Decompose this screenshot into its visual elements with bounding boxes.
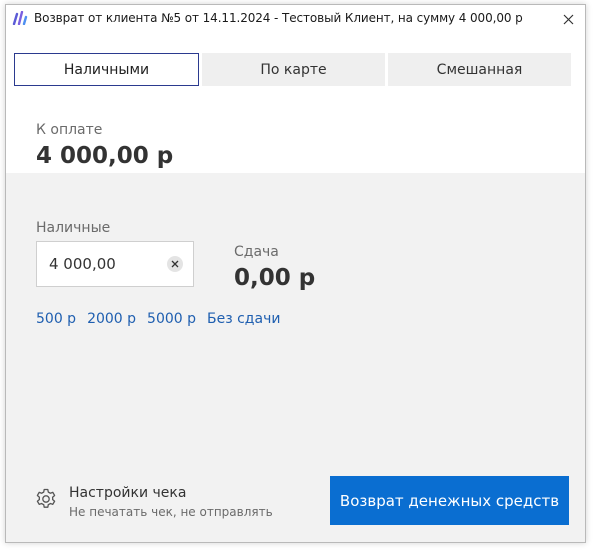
gear-icon (36, 488, 56, 508)
change-label: Сдача (234, 244, 279, 260)
cash-input[interactable] (49, 242, 169, 286)
quick-amount-5000[interactable]: 5000 р (147, 311, 196, 327)
receipt-settings-title: Настройки чека (69, 485, 187, 501)
close-button[interactable] (556, 8, 580, 30)
quick-amount-500[interactable]: 500 р (36, 311, 76, 327)
refund-button[interactable]: Возврат денежных средств (330, 476, 569, 525)
tab-mixed[interactable]: Смешанная (388, 53, 571, 86)
tab-cash[interactable]: Наличными (14, 53, 199, 86)
title-bar: Возврат от клиента №5 от 14.11.2024 - Те… (6, 5, 585, 34)
cash-section: Наличные Сдача 0,00 р 500 р 2000 р 5000 … (6, 173, 585, 542)
tab-card[interactable]: По карте (202, 53, 385, 86)
payment-method-tabs: Наличными По карте Смешанная (14, 53, 571, 86)
cash-field[interactable] (36, 241, 194, 287)
cash-label: Наличные (36, 220, 111, 236)
close-icon (563, 14, 573, 24)
no-change-link[interactable]: Без сдачи (207, 311, 280, 327)
amount-due-label: К оплате (36, 122, 103, 138)
change-value: 0,00 р (234, 265, 316, 291)
amount-section: К оплате 4 000,00 р (6, 87, 585, 173)
app-logo-icon (12, 11, 28, 25)
quick-amount-links: 500 р 2000 р 5000 р Без сдачи (36, 311, 280, 327)
receipt-settings-subtitle: Не печатать чек, не отправлять (69, 505, 273, 519)
clear-button[interactable] (167, 256, 183, 272)
amount-due-value: 4 000,00 р (36, 143, 174, 169)
receipt-settings[interactable]: Настройки чека Не печатать чек, не отпра… (34, 483, 294, 523)
quick-amount-2000[interactable]: 2000 р (87, 311, 136, 327)
window-title: Возврат от клиента №5 от 14.11.2024 - Те… (34, 11, 523, 25)
clear-icon (171, 260, 179, 268)
refund-dialog: Возврат от клиента №5 от 14.11.2024 - Те… (5, 4, 586, 543)
